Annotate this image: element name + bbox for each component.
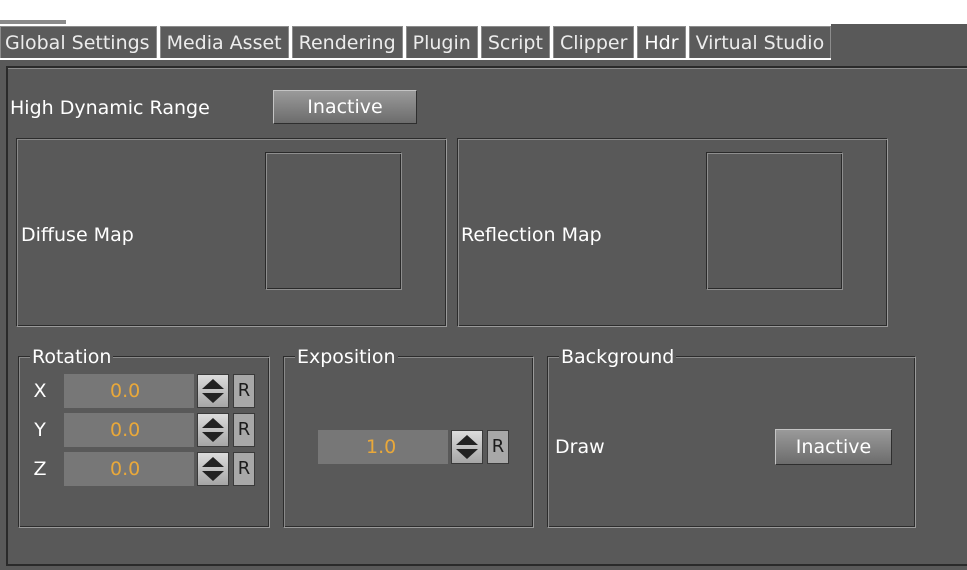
exposition-field[interactable]: 1.0 <box>318 430 448 464</box>
tab-script[interactable]: Script <box>480 26 550 58</box>
rotation-x-label: X <box>33 380 47 402</box>
rotation-x-field[interactable]: 0.0 <box>64 374 194 408</box>
tab-rendering[interactable]: Rendering <box>291 26 403 58</box>
rotation-z-reset-button[interactable]: R <box>233 452 255 486</box>
exposition-spinner[interactable] <box>451 430 483 464</box>
rotation-z-spinner[interactable] <box>197 452 229 486</box>
reflection-map-slot[interactable] <box>706 152 843 290</box>
top-band <box>0 0 967 24</box>
rotation-y-reset-button[interactable]: R <box>233 413 255 447</box>
background-draw-toggle-button[interactable]: Inactive <box>775 429 892 465</box>
rotation-z-label: Z <box>33 458 47 480</box>
exposition-legend: Exposition <box>295 346 398 368</box>
hdr-toggle-button[interactable]: Inactive <box>273 90 417 124</box>
tab-bar: Global Settings Media Asset Rendering Pl… <box>0 24 832 60</box>
tab-clipper[interactable]: Clipper <box>552 26 635 58</box>
diffuse-map-slot[interactable] <box>265 152 402 290</box>
rotation-y-label: Y <box>34 419 46 441</box>
rotation-z-field[interactable]: 0.0 <box>64 452 194 486</box>
hdr-label: High Dynamic Range <box>10 97 210 119</box>
rotation-y-spinner[interactable] <box>197 413 229 447</box>
rotation-z-value: 0.0 <box>110 458 141 480</box>
reflection-map-label: Reflection Map <box>461 224 602 246</box>
tab-global-settings[interactable]: Global Settings <box>0 26 157 58</box>
rotation-x-reset-button[interactable]: R <box>233 374 255 408</box>
exposition-reset-button[interactable]: R <box>487 430 509 464</box>
tab-plugin[interactable]: Plugin <box>405 26 478 58</box>
rotation-x-value: 0.0 <box>110 380 141 402</box>
diffuse-map-label: Diffuse Map <box>21 224 134 246</box>
tab-hdr[interactable]: Hdr <box>637 26 686 58</box>
tab-virtual-studio[interactable]: Virtual Studio <box>688 26 832 58</box>
rotation-legend: Rotation <box>30 346 114 368</box>
background-draw-label: Draw <box>555 436 605 458</box>
rotation-x-spinner[interactable] <box>197 374 229 408</box>
background-legend: Background <box>559 346 677 368</box>
tab-media-asset[interactable]: Media Asset <box>159 26 289 58</box>
rotation-y-value: 0.0 <box>110 419 141 441</box>
rotation-y-field[interactable]: 0.0 <box>64 413 194 447</box>
exposition-value: 1.0 <box>366 436 397 458</box>
